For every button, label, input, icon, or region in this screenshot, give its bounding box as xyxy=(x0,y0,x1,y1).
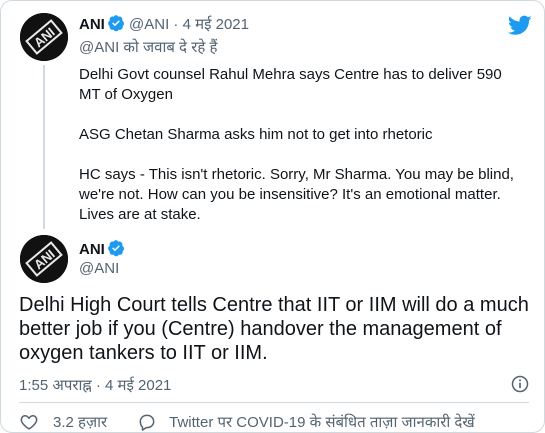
divider xyxy=(19,402,529,403)
author-name[interactable]: ANI xyxy=(79,16,105,33)
tweet-timestamp[interactable]: 1:55 अपराह्न · 4 मई 2021 xyxy=(19,375,171,395)
comment-icon[interactable] xyxy=(137,412,157,432)
separator-dot: · xyxy=(173,16,179,33)
main-tweet-author: ANI xyxy=(79,239,125,258)
heart-icon[interactable] xyxy=(19,412,39,432)
tweet-embed-card: ANI ANI @ANI · 4 मई 2021 @ANI को जवाब दे… xyxy=(0,0,545,433)
covid-info-link[interactable]: Twitter पर COVID-19 के संबंधित ताज़ा जान… xyxy=(169,412,475,432)
tweet-paragraph: ASG Chetan Sharma asks him not to get in… xyxy=(79,126,433,143)
tweet-paragraph: HC says - This isn't rhetoric. Sorry, Mr… xyxy=(79,166,514,223)
ani-logo: ANI xyxy=(20,13,68,61)
tweet-date[interactable]: 4 मई 2021 xyxy=(183,16,249,33)
ani-logo: ANI xyxy=(20,235,68,283)
verified-badge-icon xyxy=(107,240,125,257)
replying-to-label[interactable]: @ANI को जवाब दे रहे हैं xyxy=(79,37,217,57)
author-handle[interactable]: @ANI xyxy=(79,260,119,277)
author-handle[interactable]: @ANI xyxy=(129,16,169,33)
info-icon[interactable] xyxy=(510,374,530,394)
avatar[interactable]: ANI xyxy=(20,13,68,61)
avatar[interactable]: ANI xyxy=(20,235,68,283)
quoted-tweet-text: Delhi Govt counsel Rahul Mehra says Cent… xyxy=(79,65,519,225)
main-tweet-text: Delhi High Court tells Centre that IIT o… xyxy=(19,294,529,364)
quoted-tweet-header: ANI @ANI · 4 मई 2021 xyxy=(79,14,249,34)
author-name[interactable]: ANI xyxy=(79,241,105,258)
tweet-actions-footer: 3.2 हज़ार Twitter पर COVID-19 के संबंधित… xyxy=(19,412,475,432)
like-count[interactable]: 3.2 हज़ार xyxy=(53,412,107,432)
verified-badge-icon xyxy=(107,15,125,32)
thread-connector-line xyxy=(43,65,45,229)
twitter-logo-icon[interactable] xyxy=(508,13,532,37)
tweet-paragraph: Delhi Govt counsel Rahul Mehra says Cent… xyxy=(79,66,502,103)
